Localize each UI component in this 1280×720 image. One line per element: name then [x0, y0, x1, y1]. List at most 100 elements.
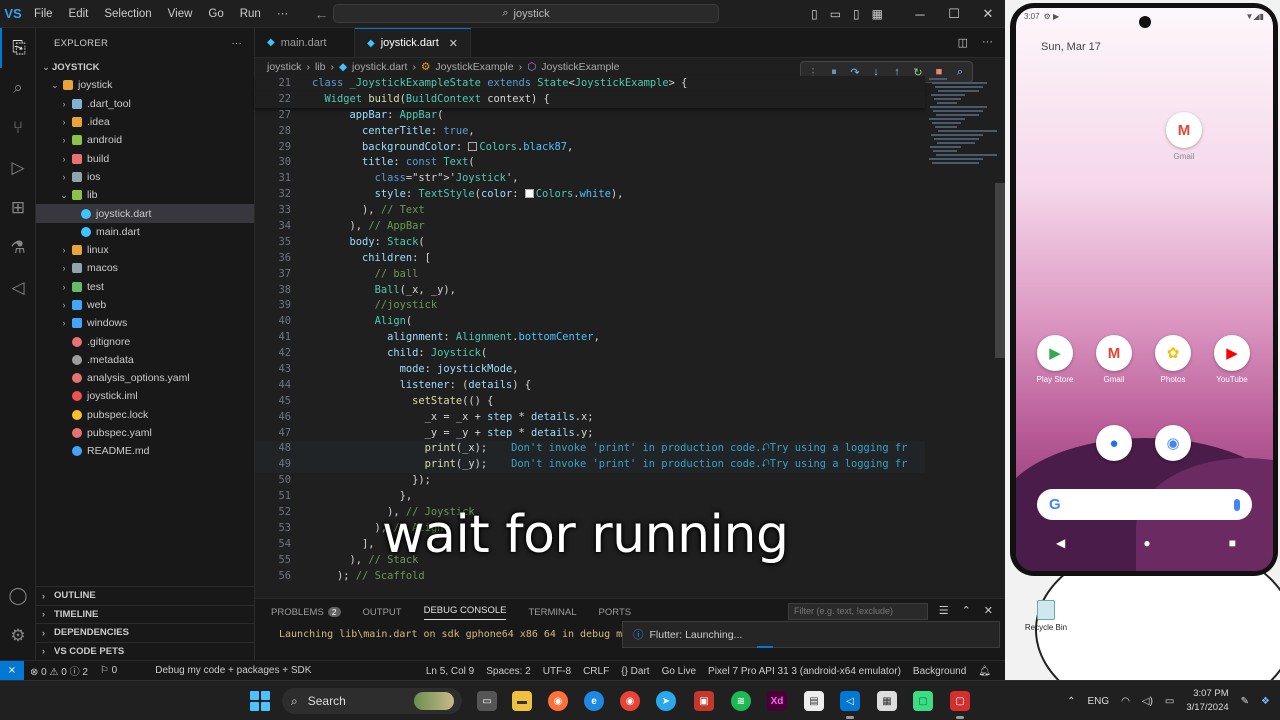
microphone-icon[interactable] — [1234, 498, 1240, 511]
breadcrumb-item[interactable]: JoystickExample — [541, 61, 619, 73]
code-line[interactable]: 27 appBar: AppBar( — [255, 108, 925, 124]
code-line[interactable]: 22 Widget build(BuildContext context) { — [255, 91, 925, 108]
code-line[interactable]: 50 }); — [255, 473, 925, 489]
tree-folder[interactable]: › linux — [36, 241, 254, 259]
toggle-secondary-sidebar-icon[interactable]: ▯ — [853, 7, 860, 21]
tree-folder[interactable]: ⌄ lib — [36, 186, 254, 204]
tree-folder[interactable]: › web — [36, 296, 254, 314]
taskbar-clock[interactable]: 3:07 PM 3/17/2024 — [1186, 687, 1228, 715]
close-tab-icon[interactable]: ✕ — [449, 37, 458, 50]
code-line[interactable]: 43 mode: joystickMode, — [255, 362, 925, 378]
vscode-taskbar-icon[interactable]: ◁ — [840, 691, 860, 719]
cursor-position[interactable]: Ln 5, Col 9 — [420, 666, 480, 677]
code-line[interactable]: 56 ); // Scaffold — [255, 569, 925, 585]
clear-console-icon[interactable]: ☰ — [939, 604, 949, 617]
code-line[interactable]: 46 _x = _x + step * details.x; — [255, 410, 925, 426]
tree-file[interactable]: joystick.iml — [36, 387, 254, 405]
tree-folder[interactable]: › build — [36, 149, 254, 167]
menu-file[interactable]: File — [26, 0, 61, 28]
windows-start-icon[interactable] — [250, 691, 270, 711]
tree-folder[interactable]: › ios — [36, 168, 254, 186]
app-play-store[interactable]: ▶ Play Store — [1028, 335, 1082, 384]
breadcrumb-item[interactable]: joystick.dart — [352, 61, 407, 73]
code-line[interactable]: 33 ), // Text — [255, 203, 925, 219]
emulator-icon[interactable]: ▢ — [950, 691, 970, 719]
tab-terminal[interactable]: TERMINAL — [528, 607, 576, 618]
section-vscode-pets[interactable]: › VS CODE PETS — [36, 641, 255, 661]
code-line[interactable]: 29 backgroundColor: Colors.black87, — [255, 140, 925, 156]
section-dependencies[interactable]: › DEPENDENCIES — [36, 623, 255, 642]
code-line[interactable]: 30 title: const Text( — [255, 155, 925, 171]
breadcrumb-item[interactable]: JoystickExample — [435, 61, 513, 73]
notifications-bell-icon[interactable]: 🔔︎ — [972, 666, 997, 677]
tree-file[interactable]: main.dart — [36, 223, 254, 241]
code-line[interactable]: 40 Align( — [255, 314, 925, 330]
android-home-screen[interactable]: 3:07 ⚙ ▶ ▼◢▮ Sun, Mar 17 M Gmail ▶ Play Sto… — [1016, 8, 1273, 571]
close-panel-icon[interactable]: ✕ — [984, 604, 993, 617]
menu-view[interactable]: View — [160, 0, 201, 28]
taskbar-search[interactable]: ⌕ Search — [282, 688, 462, 714]
debug-mode-status[interactable]: Debug my code + packages + SDK — [149, 665, 317, 676]
tree-file[interactable]: pubspec.lock — [36, 406, 254, 424]
code-line[interactable]: 36 children: [ — [255, 251, 925, 267]
code-line[interactable]: 37 // ball — [255, 267, 925, 283]
code-line[interactable]: 31 class="str">'Joystick', — [255, 171, 925, 187]
show-hidden-icons-icon[interactable]: ⌃ — [1067, 696, 1075, 707]
go-live-button[interactable]: Go Live — [656, 666, 702, 677]
code-line[interactable]: 39 //joystick — [255, 298, 925, 314]
code-line[interactable]: 32 style: TextStyle(color: Colors.white)… — [255, 187, 925, 203]
tab-output[interactable]: OUTPUT — [363, 607, 402, 618]
recents-icon[interactable]: ■ — [1229, 536, 1236, 550]
app-messages[interactable]: ● — [1087, 425, 1141, 465]
code-line[interactable]: 45 setState(() { — [255, 394, 925, 410]
debug-console-filter[interactable]: Filter (e.g. text, !exclude) — [788, 603, 928, 620]
problems-status[interactable]: ⊗ 0 ⚠ 0 ⓘ 2 — [24, 663, 94, 678]
workspace-root[interactable]: ⌄ JOYSTICK — [36, 58, 254, 76]
more-actions-icon[interactable]: ··· — [982, 36, 993, 49]
tree-folder[interactable]: › macos — [36, 259, 254, 277]
flutter-icon[interactable]: ◁ — [0, 268, 36, 308]
tree-file[interactable]: joystick.dart — [36, 204, 254, 223]
device-selector[interactable]: Pixel 7 Pro API 31 3 (android-x64 emulat… — [702, 666, 907, 677]
code-line[interactable]: 41 alignment: Alignment.bottomCenter, — [255, 330, 925, 346]
tree-folder[interactable]: ⌄ joystick — [36, 76, 254, 94]
volume-icon[interactable]: ◁) — [1142, 696, 1153, 707]
split-editor-icon[interactable]: ◫ — [958, 36, 968, 49]
line-ending[interactable]: CRLF — [577, 666, 615, 677]
google-search-bar[interactable]: G — [1037, 489, 1252, 520]
code-line[interactable]: 51 }, — [255, 489, 925, 505]
notification-toast[interactable]: ⓘ Flutter: Launching... — [622, 621, 1000, 648]
code-line[interactable]: 35 body: Stack( — [255, 235, 925, 251]
notification-icon[interactable]: ✎ — [1241, 696, 1249, 707]
code-line[interactable]: 47 _y = _y + step * details.y; — [255, 426, 925, 442]
recycle-bin[interactable]: Recycle Bin — [1018, 600, 1074, 632]
indentation[interactable]: Spaces: 2 — [480, 666, 536, 677]
close-button[interactable]: ✕ — [971, 6, 1005, 22]
firefox-icon[interactable]: ◉ — [548, 691, 568, 711]
source-control-icon[interactable]: ⑂ — [0, 108, 36, 148]
android-studio-icon[interactable]: ▢ — [913, 691, 933, 711]
code-line[interactable]: 49 print(_y); Don't invoke 'print' in pro… — [255, 457, 925, 474]
telegram-icon[interactable]: ➤ — [656, 691, 676, 711]
tree-folder[interactable]: › .dart_tool — [36, 95, 254, 113]
spotify-icon[interactable]: ≋ — [731, 691, 751, 711]
file-explorer-icon[interactable]: ▬ — [512, 691, 532, 711]
code-line[interactable]: 42 child: Joystick( — [255, 346, 925, 362]
tree-folder[interactable]: › windows — [36, 314, 254, 332]
background-status[interactable]: Background — [907, 666, 972, 677]
section-outline[interactable]: › OUTLINE — [36, 586, 255, 605]
tab-ports[interactable]: PORTS — [599, 607, 632, 618]
task-view-icon[interactable]: ▭ — [477, 691, 497, 711]
tree-file[interactable]: .metadata — [36, 351, 254, 369]
testing-icon[interactable]: ⚗ — [0, 228, 36, 268]
code-line[interactable]: 28 centerTitle: true, — [255, 124, 925, 140]
tab-main-dart[interactable]: ◆ main.dart — [255, 28, 355, 57]
maximize-panel-icon[interactable]: ⌃ — [962, 604, 971, 617]
copilot-icon[interactable]: ❖ — [1261, 696, 1270, 707]
run-debug-icon[interactable]: ▷ — [0, 148, 36, 188]
app-chrome[interactable]: ◉ — [1146, 425, 1200, 465]
toggle-sidebar-icon[interactable]: ▯ — [811, 7, 818, 21]
remote-indicator-icon[interactable]: ⨯ — [0, 660, 24, 680]
app-youtube[interactable]: ▶ YouTube — [1205, 335, 1259, 384]
tab-joystick-dart[interactable]: ◆ joystick.dart ✕ — [355, 28, 471, 57]
